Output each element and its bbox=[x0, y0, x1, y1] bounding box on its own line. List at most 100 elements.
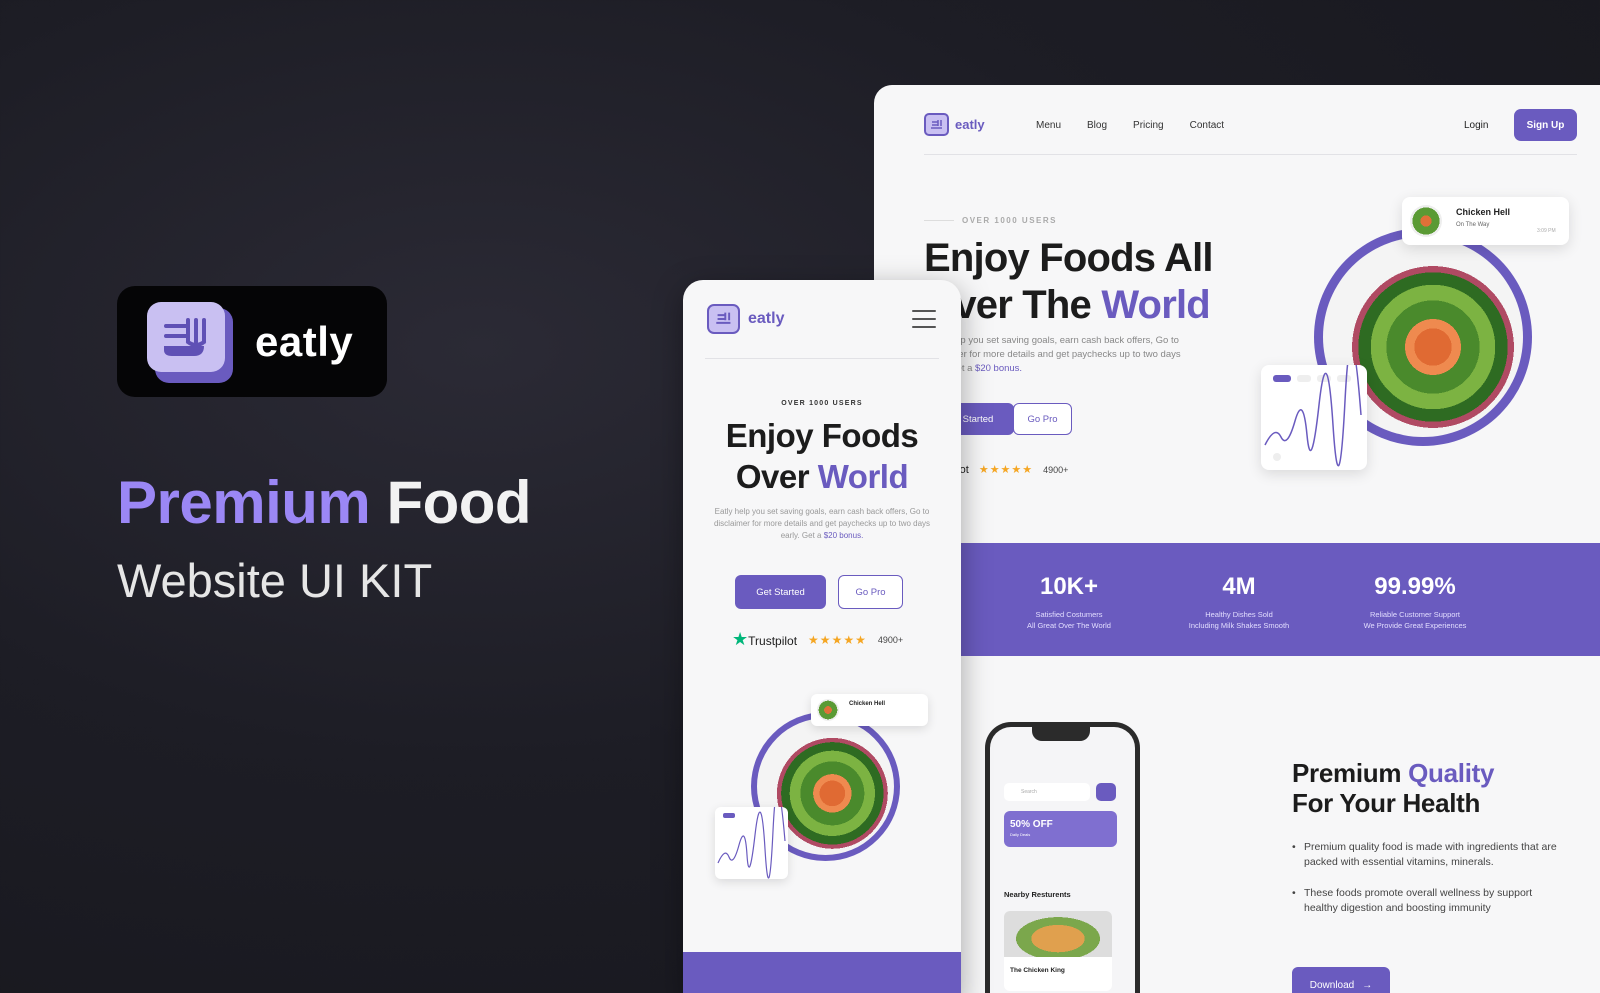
mobile-mockup: eatly OVER 1000 USERS Enjoy Foods Over W… bbox=[683, 280, 961, 993]
mobile-title-accent: World bbox=[817, 458, 909, 495]
stat-line2: All Great Over The World bbox=[1027, 621, 1111, 630]
notification-title: Chicken Hell bbox=[1456, 207, 1511, 217]
desktop-hero-text: Eatly help you set saving goals, earn ca… bbox=[924, 334, 1189, 376]
stat-value: 99.99% bbox=[1374, 573, 1456, 600]
mini-chart-card bbox=[1261, 345, 1367, 470]
restaurant-name: The Chicken King bbox=[1010, 967, 1065, 974]
mobile-text-bonus: $20 bonus. bbox=[823, 531, 864, 540]
quality-bullet: Premium quality food is made with ingred… bbox=[1292, 840, 1562, 870]
hamburger-menu-icon[interactable] bbox=[912, 310, 936, 330]
promo-title: 50% OFF bbox=[1010, 819, 1053, 830]
stat-description: Healthy Dishes Sold Including Milk Shakes… bbox=[1154, 609, 1324, 631]
nav-menu[interactable]: Menu bbox=[1036, 120, 1061, 131]
nav-pricing[interactable]: Pricing bbox=[1133, 120, 1164, 131]
stat-line1: Reliable Customer Support bbox=[1369, 610, 1461, 619]
stat-customers: 10K+ Satisfied Costumers All Great Over T… bbox=[984, 573, 1154, 631]
mobile-trustpilot-rating: ★Trustpilot ★★★★★ 4900+ bbox=[732, 629, 903, 650]
stat-description: Reliable Customer Support We Provide Grea… bbox=[1330, 609, 1500, 631]
desktop-nav: Menu Blog Pricing Contact bbox=[1036, 120, 1224, 131]
mobile-title-line1: Enjoy Foods bbox=[725, 417, 919, 454]
nav-contact[interactable]: Contact bbox=[1190, 120, 1224, 131]
restaurant-card[interactable]: The Chicken King bbox=[1004, 911, 1112, 991]
main-headline: Premium Food bbox=[117, 468, 532, 537]
mobile-header-divider bbox=[705, 358, 939, 359]
fork-knife-logo-icon bbox=[147, 302, 225, 372]
mobile-go-pro-button[interactable]: Go Pro bbox=[838, 575, 903, 609]
stat-value: 10K+ bbox=[1039, 573, 1099, 600]
desktop-hero-title: Enjoy Foods All Over The World bbox=[924, 235, 1264, 329]
stat-line2: Including Milk Shakes Smooth bbox=[1188, 621, 1290, 630]
sub-headline: Website UI KIT bbox=[117, 554, 433, 607]
over-users-line bbox=[924, 220, 954, 221]
go-pro-button[interactable]: Go Pro bbox=[1013, 403, 1072, 435]
phone-mockup: Search 50% OFF Daily Deals Nearby Restur… bbox=[985, 722, 1140, 993]
phone-notch bbox=[1032, 727, 1090, 741]
stat-value: 4M bbox=[1222, 573, 1256, 600]
nav-blog[interactable]: Blog bbox=[1087, 120, 1107, 131]
desktop-logo-text: eatly bbox=[955, 117, 985, 132]
hero-title-line1: Enjoy Foods All bbox=[924, 236, 1214, 280]
stat-line2: We Provide Great Experiences bbox=[1363, 621, 1467, 630]
mobile-notification-title: Chicken Hell bbox=[849, 701, 886, 707]
stats-band: 10K+ Satisfied Costumers All Great Over T… bbox=[874, 543, 1600, 656]
trustpilot-label: Trustpilot bbox=[748, 634, 798, 648]
quality-title-plain: Premium bbox=[1292, 758, 1402, 788]
mobile-hero-text: Eatly help you set saving goals, earn ca… bbox=[705, 506, 939, 542]
mobile-get-started-button[interactable]: Get Started bbox=[735, 575, 826, 609]
notification-thumbnail bbox=[1410, 205, 1442, 237]
hero-title-line2-accent: World bbox=[1101, 283, 1210, 327]
hero-text-bonus: $20 bonus. bbox=[975, 363, 1023, 374]
restaurant-image bbox=[1004, 911, 1112, 957]
stat-support: 99.99% Reliable Customer Support We Provi… bbox=[1330, 573, 1500, 631]
mobile-logo-text: eatly bbox=[748, 310, 785, 327]
mobile-text-body: Eatly help you set saving goals, earn ca… bbox=[713, 507, 931, 540]
promo-banner[interactable]: 50% OFF Daily Deals bbox=[1004, 811, 1117, 847]
mobile-title-plain: Over bbox=[735, 458, 810, 495]
phone-screen: Search 50% OFF Daily Deals Nearby Restur… bbox=[990, 727, 1135, 993]
login-link[interactable]: Login bbox=[1464, 120, 1488, 131]
notification-subtitle: On The Way bbox=[1456, 222, 1490, 228]
quality-title-accent: Quality bbox=[1408, 758, 1495, 788]
stat-dishes: 4M Healthy Dishes Sold Including Milk Sha… bbox=[1154, 573, 1324, 631]
quality-title-line2: For Your Health bbox=[1292, 788, 1481, 818]
rating-count: 4900+ bbox=[1043, 464, 1069, 475]
trustpilot-star-icon: ★ bbox=[732, 629, 749, 649]
rating-count: 4900+ bbox=[877, 634, 904, 645]
stat-description: Satisfied Costumers All Great Over The Wo… bbox=[984, 609, 1154, 631]
mobile-over-users: OVER 1000 USERS bbox=[781, 400, 863, 407]
headline-accent: Premium bbox=[117, 469, 371, 536]
nearby-restaurants-heading: Nearby Resturents bbox=[1004, 890, 1071, 899]
trustpilot-logo: ★Trustpilot bbox=[732, 629, 797, 650]
filter-icon[interactable] bbox=[1096, 783, 1116, 801]
headline-rest: Food bbox=[386, 469, 532, 536]
mobile-notification-card: Chicken Hell bbox=[811, 694, 928, 726]
mobile-title-line2: Over World bbox=[683, 456, 961, 497]
phone-search-input[interactable]: Search bbox=[1004, 783, 1090, 801]
download-button[interactable]: Download → bbox=[1292, 967, 1390, 993]
logo-icon bbox=[924, 113, 949, 136]
mini-chart-graphic bbox=[717, 790, 786, 879]
quality-bullets: Premium quality food is made with ingred… bbox=[1292, 840, 1562, 932]
brand-name: eatly bbox=[255, 318, 354, 365]
notification-time: 3:09 PM bbox=[1537, 228, 1556, 234]
download-label: Download bbox=[1309, 979, 1355, 991]
stat-line1: Healthy Dishes Sold bbox=[1205, 610, 1273, 619]
rating-stars-icon: ★★★★★ bbox=[978, 464, 1034, 476]
desktop-logo[interactable]: eatly bbox=[924, 113, 985, 136]
logo-icon bbox=[707, 304, 740, 334]
notification-thumbnail bbox=[817, 699, 839, 721]
promo-subtitle: Daily Deals bbox=[1010, 832, 1031, 837]
hero-title-line2: Over The World bbox=[924, 282, 1264, 329]
order-notification-card: Chicken Hell On The Way 3:09 PM bbox=[1402, 197, 1569, 245]
stat-line1: Satisfied Costumers bbox=[1035, 610, 1103, 619]
mobile-logo[interactable]: eatly bbox=[707, 304, 784, 334]
quality-bullet: These foods promote overall wellness by … bbox=[1292, 886, 1562, 916]
rating-stars-icon: ★★★★★ bbox=[808, 632, 867, 647]
signup-button[interactable]: Sign Up bbox=[1514, 109, 1577, 141]
quality-heading: Premium Quality For Your Health bbox=[1292, 758, 1562, 818]
desktop-mockup: eatly Menu Blog Pricing Contact Login Si… bbox=[874, 85, 1600, 993]
mobile-mini-chart-card bbox=[715, 790, 788, 879]
mini-chart-graphic bbox=[1264, 345, 1362, 467]
header-divider bbox=[924, 154, 1577, 155]
mobile-hero-title: Enjoy Foods Over World bbox=[683, 415, 961, 497]
